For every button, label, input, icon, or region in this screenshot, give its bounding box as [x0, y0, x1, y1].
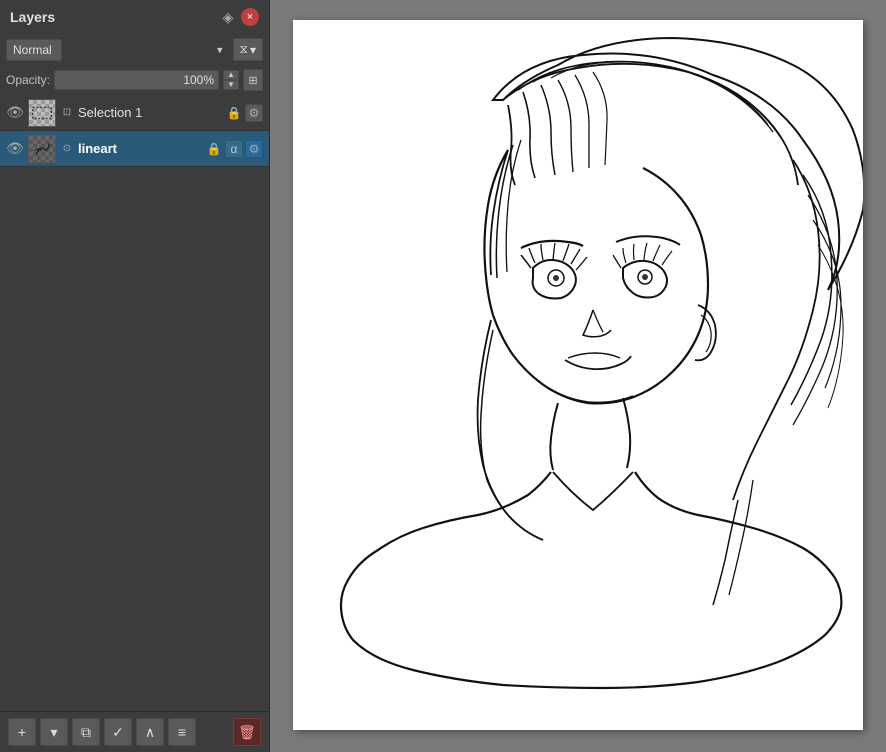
trash-icon: 🗑 — [238, 724, 256, 741]
layer-type-icon-selection1: ⊡ — [60, 106, 74, 120]
chevron-down-icon: ▾ — [50, 724, 57, 741]
opacity-spinner-buttons: ▲ ▼ — [223, 70, 239, 90]
opacity-input[interactable]: 100% — [54, 70, 219, 90]
canvas-svg — [293, 20, 863, 730]
opacity-label: Opacity: — [6, 73, 50, 87]
panel-title: Layers — [10, 9, 55, 25]
copy-to-clipboard-button[interactable]: ⊞ — [243, 69, 263, 91]
gear-icon-selection1[interactable]: ⚙ — [245, 104, 263, 122]
drawing-canvas[interactable] — [293, 20, 863, 730]
gear-icon-lineart[interactable]: ⚙ — [245, 140, 263, 158]
add-layer-chevron-button[interactable]: ▾ — [40, 718, 68, 746]
lock-icon-selection1[interactable]: 🔒 — [225, 104, 243, 122]
panel-toolbar: + ▾ ⧉ ✓ ∧ ≡ 🗑 — [0, 711, 269, 752]
blend-mode-wrapper: Normal Multiply Screen Overlay — [6, 39, 229, 61]
layer-item-selection1[interactable]: 👁 ⊡ Selection 1 🔒 ⚙ — [0, 95, 269, 131]
layer-name-selection1: Selection 1 — [78, 105, 221, 120]
blend-mode-row: Normal Multiply Screen Overlay ⧖ ▾ — [0, 34, 269, 65]
duplicate-icon: ⧉ — [81, 724, 91, 741]
duplicate-layer-button[interactable]: ⧉ — [72, 718, 100, 746]
layers-list: 👁 ⊡ Selection 1 🔒 ⚙ 👁 ⊙ — [0, 95, 269, 711]
layer-item-lineart[interactable]: 👁 ⊙ lineart 🔒 α ⚙ — [0, 131, 269, 167]
thumb-lineart — [28, 135, 56, 163]
panel-header: Layers ◈ × — [0, 0, 269, 34]
filter-button[interactable]: ⧖ ▾ — [233, 38, 263, 61]
up-arrow-icon: ∧ — [145, 724, 155, 741]
thumb-selection1 — [28, 99, 56, 127]
menu-icon: ≡ — [178, 724, 186, 740]
canvas-area — [270, 0, 886, 752]
delete-layer-button[interactable]: 🗑 — [233, 718, 261, 746]
layer-type-icon-lineart: ⊙ — [60, 142, 74, 156]
move-layer-up-button[interactable]: ∧ — [136, 718, 164, 746]
opacity-increment-button[interactable]: ▲ — [223, 70, 239, 80]
opacity-decrement-button[interactable]: ▼ — [223, 80, 239, 90]
eye-icon-lineart[interactable]: 👁 — [6, 140, 24, 158]
check-icon: ✓ — [112, 724, 124, 741]
layer-icons-selection1: 🔒 ⚙ — [225, 104, 263, 122]
alpha-icon-lineart[interactable]: α — [225, 140, 243, 158]
add-layer-button[interactable]: + — [8, 718, 36, 746]
layer-icons-lineart: 🔒 α ⚙ — [205, 140, 263, 158]
layers-panel: Layers ◈ × Normal Multiply Screen Overla… — [0, 0, 270, 752]
layer-name-lineart: lineart — [78, 141, 201, 156]
eye-icon-selection1[interactable]: 👁 — [6, 104, 24, 122]
copy-icon: ⊞ — [248, 74, 257, 87]
opacity-row: Opacity: 100% ▲ ▼ ⊞ — [0, 65, 269, 95]
lock-icon-lineart[interactable]: 🔒 — [205, 140, 223, 158]
merge-layers-button[interactable]: ✓ — [104, 718, 132, 746]
blend-mode-select[interactable]: Normal Multiply Screen Overlay — [6, 39, 62, 61]
layer-menu-button[interactable]: ≡ — [168, 718, 196, 746]
panel-header-icons: ◈ × — [221, 8, 259, 26]
filter-icon: ⧖ — [240, 42, 248, 57]
close-button[interactable]: × — [241, 8, 259, 26]
pin-icon[interactable]: ◈ — [221, 10, 235, 24]
add-icon: + — [18, 724, 26, 740]
filter-chevron-icon: ▾ — [250, 43, 256, 57]
